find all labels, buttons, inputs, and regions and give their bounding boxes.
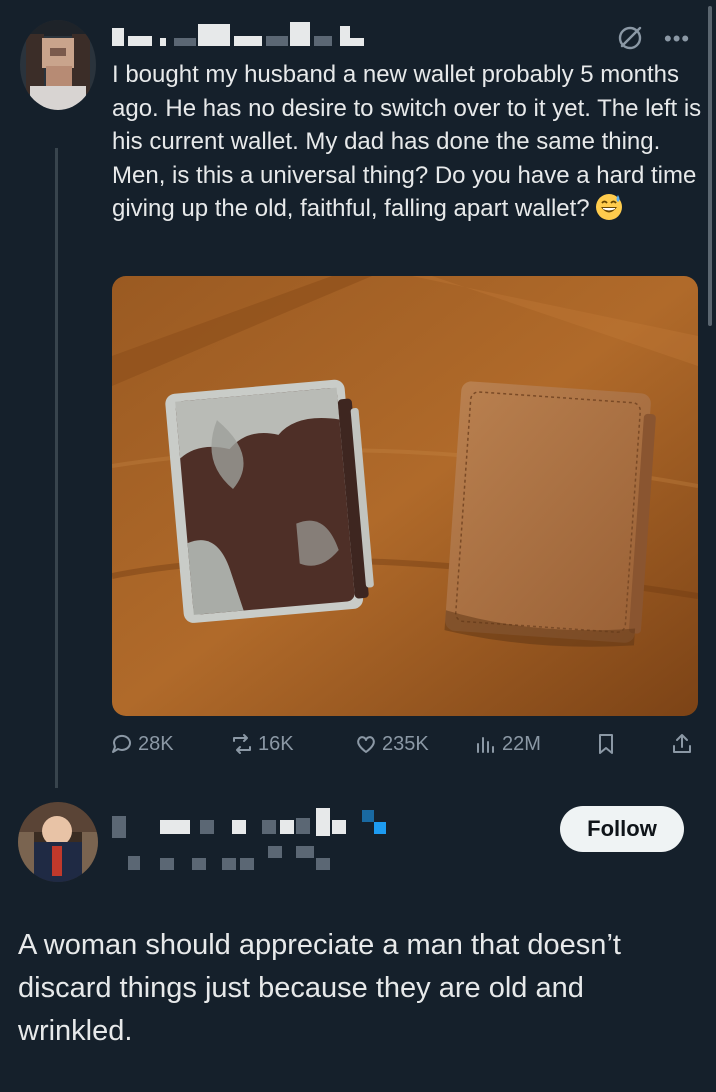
reply-author-avatar[interactable] xyxy=(18,802,98,882)
photo-two-wallets-icon xyxy=(112,276,698,716)
scrollbar[interactable] xyxy=(708,6,712,326)
like-button[interactable]: 235K xyxy=(354,732,429,756)
author-avatar[interactable] xyxy=(20,20,96,110)
reply-text: A woman should appreciate a man that doe… xyxy=(18,929,621,1047)
view-count: 22M xyxy=(502,732,541,755)
share-button[interactable] xyxy=(670,732,694,756)
follow-button[interactable]: Follow xyxy=(560,806,684,852)
reply-icon xyxy=(112,734,131,753)
share-icon xyxy=(673,734,691,753)
reply-button[interactable]: 28K xyxy=(110,732,174,756)
grinning-face-with-sweat-icon xyxy=(595,194,622,220)
more-options-icon[interactable]: ••• xyxy=(664,26,690,52)
post-text: I bought my husband a new wallet probabl… xyxy=(112,58,704,226)
views-button[interactable]: 22M xyxy=(474,732,541,756)
thread-connector-line xyxy=(55,148,58,788)
bookmark-button[interactable] xyxy=(594,732,618,756)
post-media-photo[interactable] xyxy=(112,276,698,716)
repost-button[interactable]: 16K xyxy=(230,732,294,756)
reply-count: 28K xyxy=(138,732,174,755)
repost-icon xyxy=(233,734,251,754)
like-count: 235K xyxy=(382,732,429,755)
views-chart-icon xyxy=(477,737,494,753)
heart-icon xyxy=(357,736,375,753)
bookmark-icon xyxy=(599,734,613,754)
post-action-bar: 28K 16K 235K 22M xyxy=(110,732,700,762)
grok-icon[interactable] xyxy=(616,24,644,52)
repost-count: 16K xyxy=(258,732,294,755)
